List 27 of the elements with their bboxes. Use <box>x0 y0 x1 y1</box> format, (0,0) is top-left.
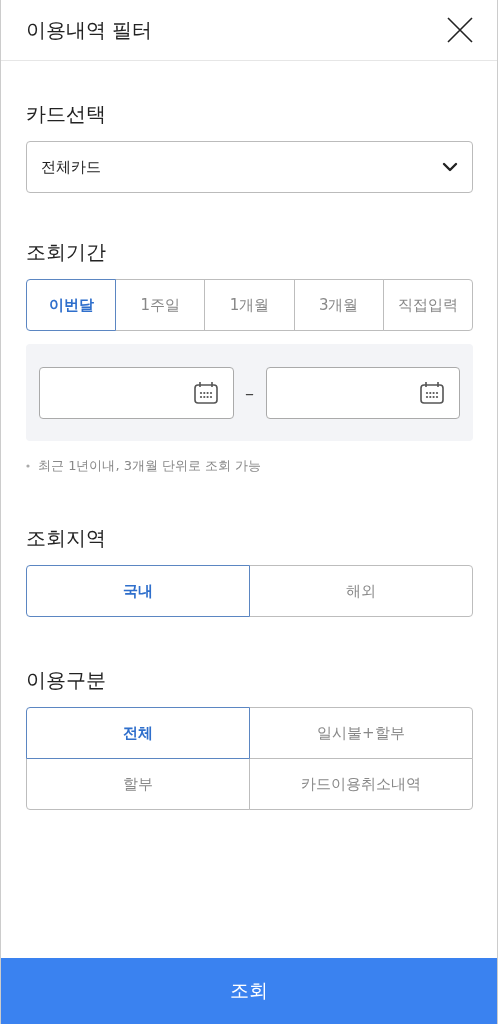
start-date-field[interactable] <box>39 366 234 419</box>
section-title: 이용구분 <box>26 667 107 693</box>
section-title: 조회기간 <box>26 239 107 265</box>
period-tab[interactable]: 1주일 <box>115 279 206 331</box>
period-tab[interactable]: 이번달 <box>26 279 117 331</box>
search-button[interactable]: 조회 <box>1 958 497 1024</box>
region-option[interactable]: 해외 <box>249 565 473 617</box>
header-title: 이용내역 필터 <box>26 16 153 44</box>
range-separator: – <box>244 382 255 403</box>
section-title: 카드선택 <box>26 101 107 127</box>
region-option[interactable]: 국내 <box>26 565 250 617</box>
period-tab[interactable]: 직접입력 <box>382 279 473 331</box>
bullet-icon <box>26 464 30 468</box>
usage-type-option[interactable]: 할부 <box>26 758 250 810</box>
end-date-field[interactable] <box>265 366 460 419</box>
chevron-down-icon <box>442 162 458 172</box>
period-note: 최근 1년이내, 3개월 단위로 조회 가능 <box>38 457 262 475</box>
close-icon[interactable] <box>447 17 473 43</box>
usage-type-option[interactable]: 카드이용취소내역 <box>248 758 473 810</box>
calendar-icon <box>419 380 445 405</box>
calendar-icon <box>192 380 219 405</box>
section-title: 조회지역 <box>26 525 107 551</box>
usage-type-option[interactable]: 일시불+할부 <box>248 707 473 759</box>
period-tab[interactable]: 3개월 <box>293 279 384 331</box>
card-dropdown[interactable]: 전체카드 <box>26 141 473 193</box>
period-tab[interactable]: 1개월 <box>204 279 295 331</box>
usage-type-option[interactable]: 전체 <box>26 707 250 759</box>
